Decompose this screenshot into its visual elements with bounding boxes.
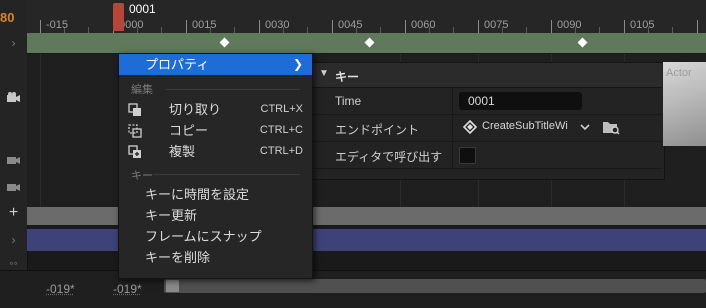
add-icon[interactable]: + — [0, 205, 27, 221]
current-frame-number: 80 — [0, 10, 15, 25]
menu-item-duplicate[interactable]: 複製 CTRL+D — [119, 141, 312, 162]
menu-item-label: キー更新 — [145, 208, 198, 223]
menu-separator — [153, 174, 300, 175]
menu-item-properties[interactable]: プロパティ ❯ — [119, 54, 312, 75]
panel-title: キー — [335, 70, 360, 84]
menu-shortcut: CTRL+X — [260, 103, 304, 115]
ruler-label: 0090 — [557, 19, 582, 31]
call-in-editor-checkbox[interactable] — [459, 147, 476, 164]
menu-item-delete-key[interactable]: キーを削除 — [119, 247, 312, 268]
function-icon — [462, 119, 478, 135]
ruler-label: 0075 — [484, 19, 509, 31]
browse-folder-icon[interactable] — [602, 119, 620, 135]
menu-item-label: キーを削除 — [145, 250, 211, 265]
copy-icon — [128, 123, 142, 138]
chevron-down-icon[interactable] — [579, 120, 591, 134]
menu-item-copy[interactable]: コピー CTRL+C — [119, 120, 312, 141]
ruler-label: 0015 — [192, 19, 217, 31]
menu-shortcut: CTRL+C — [259, 124, 303, 136]
range-start-field[interactable]: -019* — [46, 282, 75, 296]
camera-icon[interactable] — [0, 92, 27, 107]
menu-item-rekey[interactable]: キー更新 — [119, 205, 312, 226]
menu-item-label: プロパティ — [145, 57, 210, 72]
property-row-call-in-editor: エディタで呼び出す — [313, 142, 662, 169]
property-name: Time — [335, 94, 362, 108]
expand-arrow-icon[interactable]: › — [0, 36, 27, 50]
menu-item-label: フレームにスナップ — [145, 229, 262, 244]
menu-item-label: キーに時間を設定 — [145, 187, 250, 202]
preview-label: Actor — [666, 67, 692, 79]
menu-shortcut: CTRL+D — [259, 145, 303, 157]
duplicate-icon — [128, 144, 142, 158]
ruler-label: 0105 — [630, 19, 655, 31]
endpoint-dropdown-value[interactable]: CreateSubTitleWi — [482, 120, 580, 136]
menu-section-header: 編集 — [131, 84, 153, 96]
menu-item-set-key-time[interactable]: キーに時間を設定 — [119, 184, 312, 205]
panel-header[interactable]: ▼ キー — [313, 63, 662, 88]
camera-icon[interactable] — [0, 154, 27, 169]
column-divider — [452, 142, 453, 168]
menu-item-label: 複製 — [169, 144, 196, 159]
scrollbar-thumb[interactable] — [166, 280, 179, 292]
ruler-tick — [332, 20, 333, 33]
menu-section-header: キー — [131, 170, 153, 182]
property-name: エンドポイント — [335, 123, 420, 137]
collapse-arrow-icon[interactable]: ▼ — [319, 68, 329, 79]
menu-item-label: 切り取り — [169, 102, 222, 117]
ruler-tick — [186, 20, 187, 33]
time-input[interactable]: 0001 — [459, 92, 582, 110]
context-menu: プロパティ ❯ 編集 切り取り CTRL+X コピー CTRL+C 複製 CTR… — [118, 53, 313, 279]
ruler-tick — [697, 20, 698, 33]
track-gutter: › + › ◦◦ — [0, 0, 28, 270]
menu-item-cut[interactable]: 切り取り CTRL+X — [119, 99, 312, 120]
horizontal-scrollbar[interactable] — [164, 279, 706, 293]
ruler-label: -015 — [46, 19, 69, 31]
ruler-tick — [551, 20, 552, 33]
ruler-tick — [405, 20, 406, 33]
playhead-handle[interactable] — [113, 3, 124, 31]
ruler-label: 0045 — [338, 19, 363, 31]
property-name: エディタで呼び出す — [335, 150, 443, 164]
camera-icon[interactable] — [0, 181, 27, 196]
menu-item-snap-to-frame[interactable]: フレームにスナップ — [119, 226, 312, 247]
column-divider — [452, 115, 453, 141]
menu-item-label: コピー — [169, 123, 209, 138]
grid-line — [40, 54, 41, 207]
ruler-label: 0030 — [265, 19, 290, 31]
ruler-tick — [40, 20, 41, 33]
ruler-tick — [259, 20, 260, 33]
submenu-arrow-icon: ❯ — [292, 57, 303, 71]
column-divider — [452, 88, 453, 114]
expand-arrow-icon[interactable]: › — [0, 233, 27, 247]
ruler-tick — [478, 20, 479, 33]
playhead-frame-label: 0001 — [129, 2, 156, 16]
ruler-label: 0060 — [411, 19, 436, 31]
ruler-tick — [624, 20, 625, 33]
menu-separator — [165, 89, 300, 90]
keyframe-nav-icon[interactable]: ◦◦ — [0, 256, 27, 270]
range-end-field[interactable]: -019* — [113, 282, 142, 296]
cut-icon — [128, 102, 142, 116]
